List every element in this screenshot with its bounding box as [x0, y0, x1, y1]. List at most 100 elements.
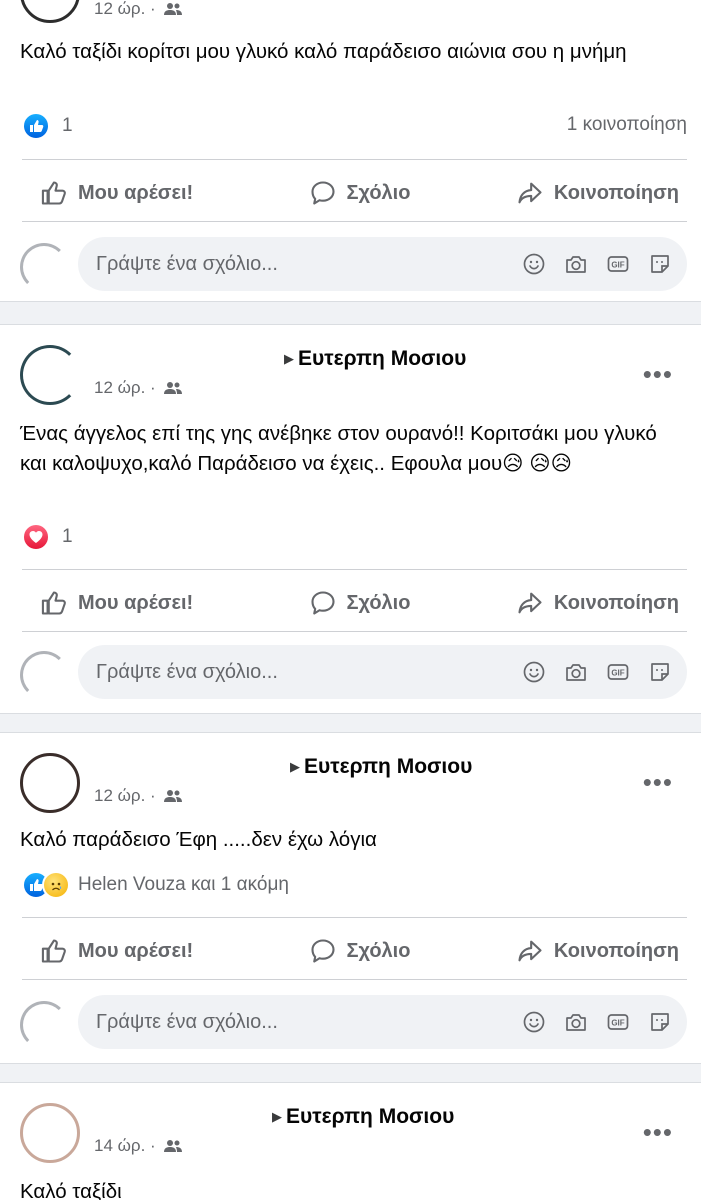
user-avatar[interactable] — [20, 1001, 68, 1049]
composer-icons: GIF — [521, 251, 673, 277]
post-author-line: ▶ Ευτερπη Μοσιου — [92, 1105, 454, 1129]
svg-text:GIF: GIF — [611, 261, 624, 270]
user-avatar[interactable] — [20, 651, 68, 699]
like-icon — [41, 939, 66, 963]
like-button[interactable]: Μου αρέσει! — [22, 171, 253, 215]
divider — [22, 631, 687, 632]
like-reaction-icon — [22, 112, 50, 140]
sticker-icon[interactable] — [647, 1009, 673, 1035]
post-card-4: ▶ Ευτερπη Μοσιου 14 ώρ. · ••• Καλό ταξίδι — [0, 1082, 701, 1200]
share-count[interactable]: 1 κοινοποίηση — [567, 114, 687, 136]
share-label: Κοινοποίηση — [553, 939, 679, 962]
post-author-avatar[interactable] — [20, 1103, 80, 1163]
emoji-icon[interactable] — [521, 251, 547, 277]
like-label: Μου αρέσει! — [78, 181, 194, 204]
post-target-name[interactable]: Ευτερπη Μοσιου — [298, 347, 466, 370]
post-author-avatar[interactable] — [20, 345, 80, 405]
reaction-summary[interactable]: 1 — [22, 112, 73, 140]
divider — [22, 569, 687, 570]
post-card-2: ▶ Ευτερπη Μοσιου 12 ώρ. · ••• Ένας άγγελο… — [0, 324, 701, 714]
composer-icons: GIF — [521, 659, 673, 685]
post-author-avatar[interactable] — [20, 753, 80, 813]
comment-icon — [310, 939, 335, 963]
reaction-summary[interactable]: Helen Vouza και 1 ακόμη — [22, 871, 289, 899]
comment-input[interactable]: Γράψτε ένα σχόλιο... GIF — [78, 237, 687, 291]
post-card-1: 12 ώρ. · Καλό ταξίδι κορίτσι μου γλυκό κ… — [0, 0, 701, 302]
divider — [22, 159, 687, 160]
reaction-summary[interactable]: 1 — [22, 523, 73, 551]
divider — [22, 979, 687, 980]
composer-icons: GIF — [521, 1009, 673, 1035]
more-icon[interactable]: ••• — [643, 769, 673, 795]
post-target-name[interactable]: Ευτερπη Μοσιου — [286, 1105, 454, 1128]
comment-composer: Γράψτε ένα σχόλιο... GIF — [20, 995, 687, 1051]
post-time[interactable]: 12 ώρ. · — [94, 786, 156, 805]
gif-icon[interactable]: GIF — [605, 251, 631, 277]
like-label: Μου αρέσει! — [78, 939, 194, 962]
more-icon[interactable]: ••• — [643, 361, 673, 387]
camera-icon[interactable] — [563, 659, 589, 685]
emoji-icon[interactable] — [521, 659, 547, 685]
post-author-line: ▶ Ευτερπη Μοσιου — [92, 347, 466, 371]
people-icon — [164, 788, 183, 808]
post-actions: Μου αρέσει! Σχόλιο Κοινοποίηση — [22, 171, 687, 215]
love-reaction-icon — [22, 523, 50, 551]
share-label: Κοινοποίηση — [553, 591, 679, 614]
comment-placeholder: Γράψτε ένα σχόλιο... — [96, 252, 278, 275]
post-target-name[interactable]: Ευτερπη Μοσιου — [304, 755, 472, 778]
camera-icon[interactable] — [563, 1009, 589, 1035]
like-button[interactable]: Μου αρέσει! — [22, 929, 253, 973]
comment-input[interactable]: Γράψτε ένα σχόλιο... GIF — [78, 995, 687, 1049]
user-avatar[interactable] — [20, 243, 68, 291]
share-button[interactable]: Κοινοποίηση — [466, 581, 687, 625]
people-icon — [164, 380, 183, 400]
comment-placeholder: Γράψτε ένα σχόλιο... — [96, 660, 278, 683]
sticker-icon[interactable] — [647, 659, 673, 685]
like-label: Μου αρέσει! — [78, 591, 194, 614]
post-meta: 12 ώρ. · — [94, 378, 183, 400]
more-icon[interactable]: ••• — [643, 1119, 673, 1145]
post-text: Ένας άγγελος επί της γης ανέβηκε στον ου… — [20, 422, 657, 475]
sad-reaction-icon — [42, 871, 70, 899]
post-meta: 14 ώρ. · — [94, 1136, 183, 1158]
post-text: Καλό παράδεισο Έφη .....δεν έχω λόγια — [20, 828, 377, 851]
like-button[interactable]: Μου αρέσει! — [22, 581, 253, 625]
post-author-avatar[interactable] — [20, 0, 80, 23]
like-icon — [41, 591, 66, 615]
svg-text:GIF: GIF — [611, 1019, 624, 1028]
comment-icon — [310, 591, 335, 615]
comment-input[interactable]: Γράψτε ένα σχόλιο... GIF — [78, 645, 687, 699]
post-card-3: ▶ Ευτερπη Μοσιου 12 ώρ. · ••• Καλό παράδε… — [0, 732, 701, 1064]
like-icon — [41, 181, 66, 205]
gif-icon[interactable]: GIF — [605, 1009, 631, 1035]
comment-icon — [310, 181, 335, 205]
reaction-count: Helen Vouza και 1 ακόμη — [78, 874, 289, 895]
sticker-icon[interactable] — [647, 251, 673, 277]
post-actions: Μου αρέσει! Σχόλιο Κοινοποίηση — [22, 929, 687, 973]
comment-label: Σχόλιο — [346, 939, 411, 962]
post-meta: 12 ώρ. · — [94, 0, 183, 21]
post-time[interactable]: 12 ώρ. · — [94, 0, 156, 18]
comment-button[interactable]: Σχόλιο — [253, 581, 466, 625]
comment-placeholder: Γράψτε ένα σχόλιο... — [96, 1010, 278, 1033]
post-time[interactable]: 12 ώρ. · — [94, 378, 156, 397]
share-label: Κοινοποίηση — [553, 181, 679, 204]
comment-composer: Γράψτε ένα σχόλιο... GIF — [20, 645, 687, 701]
reaction-count: 1 — [62, 115, 73, 136]
comment-button[interactable]: Σχόλιο — [253, 929, 466, 973]
emoji-icon[interactable] — [521, 1009, 547, 1035]
share-button[interactable]: Κοινοποίηση — [466, 929, 687, 973]
arrow-right-icon: ▶ — [290, 759, 300, 774]
post-actions: Μου αρέσει! Σχόλιο Κοινοποίηση — [22, 581, 687, 625]
gif-icon[interactable]: GIF — [605, 659, 631, 685]
reaction-count: 1 — [62, 526, 73, 547]
svg-text:GIF: GIF — [611, 669, 624, 678]
divider — [22, 917, 687, 918]
post-time[interactable]: 14 ώρ. · — [94, 1136, 156, 1155]
divider — [22, 221, 687, 222]
people-icon — [164, 1, 183, 21]
share-icon — [518, 592, 542, 614]
camera-icon[interactable] — [563, 251, 589, 277]
comment-button[interactable]: Σχόλιο — [253, 171, 466, 215]
share-button[interactable]: Κοινοποίηση — [466, 171, 687, 215]
